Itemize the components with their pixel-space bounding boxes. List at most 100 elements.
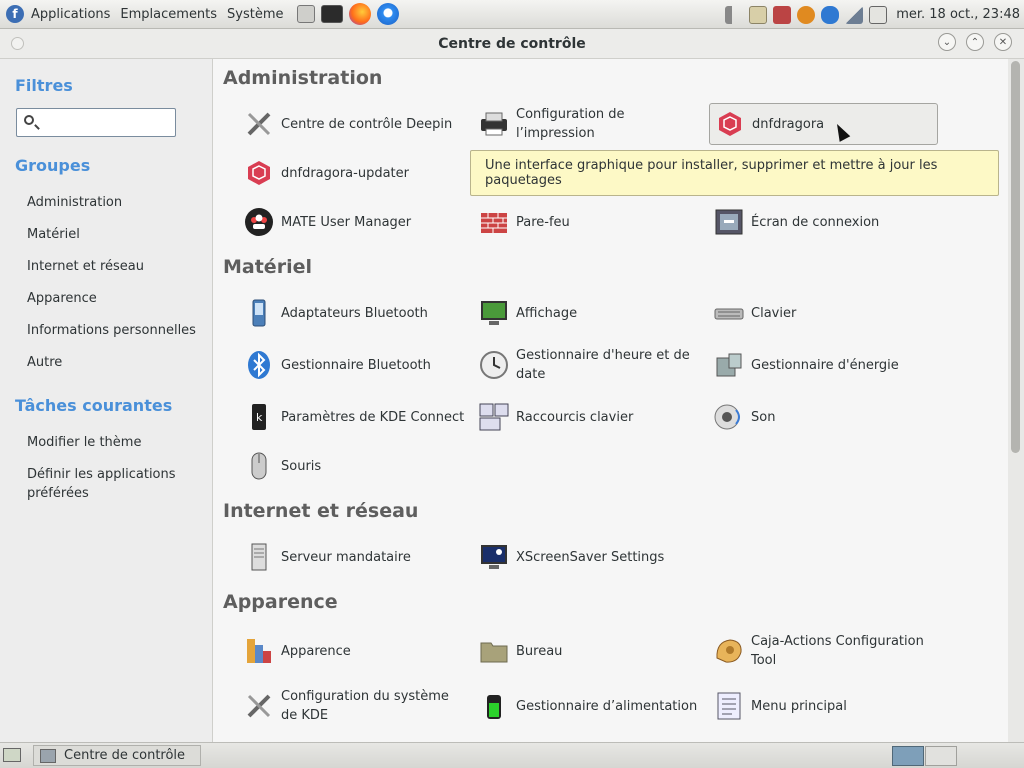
item-date-time[interactable]: Gestionnaire d'heure et de date xyxy=(478,343,706,387)
item-bluetooth-adapters[interactable]: Adaptateurs Bluetooth xyxy=(243,291,471,335)
top-panel: f Applications Emplacements Système mer.… xyxy=(0,0,1024,29)
item-desktop[interactable]: Bureau xyxy=(478,629,706,673)
phone-icon: k xyxy=(243,401,275,433)
bottom-panel: Centre de contrôle xyxy=(0,742,1024,768)
chevron-down-icon: ⌄ xyxy=(942,36,952,48)
group-link-materiel[interactable]: Matériel xyxy=(27,225,207,244)
task-link-theme[interactable]: Modifier le thème xyxy=(27,433,207,452)
terminal-launcher-icon[interactable] xyxy=(320,5,343,23)
display-icon xyxy=(478,297,510,329)
filters-heading: Filtres xyxy=(15,76,73,95)
item-keyboard[interactable]: Clavier xyxy=(713,291,941,335)
item-main-menu[interactable]: Menu principal xyxy=(713,684,941,728)
fedora-logo-icon[interactable]: f xyxy=(6,5,24,23)
tools-icon xyxy=(243,108,275,140)
section-heading-materiel: Matériel xyxy=(223,256,312,278)
search-input[interactable] xyxy=(41,112,173,135)
vertical-scrollbar[interactable] xyxy=(1008,59,1024,742)
server-icon xyxy=(243,541,275,573)
screensaver-icon xyxy=(478,541,510,573)
minimize-button[interactable]: ⌄ xyxy=(938,33,956,51)
package-icon xyxy=(714,108,746,140)
search-icon xyxy=(24,115,34,125)
system-tray: mer. 18 oct., 23:48 xyxy=(722,0,1024,29)
search-box[interactable] xyxy=(16,108,176,137)
color-palette-icon xyxy=(243,635,275,667)
show-desktop-icon[interactable] xyxy=(3,748,21,762)
item-kde-connect[interactable]: k Paramètres de KDE Connect xyxy=(243,395,471,439)
group-link-apparence[interactable]: Apparence xyxy=(27,289,207,308)
section-heading-apparence: Apparence xyxy=(223,591,338,613)
clipboard-icon[interactable] xyxy=(749,5,768,24)
task-link-default-apps[interactable]: Définir les applications préférées xyxy=(27,465,187,503)
svg-text:k: k xyxy=(256,411,263,424)
item-keyboard-shortcuts[interactable]: Raccourcis clavier xyxy=(478,395,706,439)
group-link-administration[interactable]: Administration xyxy=(27,193,207,212)
main-content: Administration Centre de contrôle Deepin… xyxy=(212,59,1008,742)
power-manager-icon xyxy=(713,349,745,381)
item-power-management[interactable]: Gestionnaire d’alimentation xyxy=(478,684,706,728)
item-appearance[interactable]: Apparence xyxy=(243,629,471,673)
item-proxy-server[interactable]: Serveur mandataire xyxy=(243,535,471,579)
update-notifier-icon[interactable] xyxy=(773,5,792,24)
group-link-internet[interactable]: Internet et réseau xyxy=(27,257,207,276)
workspace-2[interactable] xyxy=(925,746,957,766)
item-kde-system-config[interactable]: Configuration du système de KDE xyxy=(243,684,471,728)
workspace-1[interactable] xyxy=(892,746,924,766)
firewall-icon xyxy=(478,206,510,238)
item-login-screen[interactable]: Écran de connexion xyxy=(713,200,941,244)
network-signal-icon[interactable] xyxy=(845,5,864,24)
clock[interactable]: mer. 18 oct., 23:48 xyxy=(896,7,1020,22)
item-mouse[interactable]: Souris xyxy=(243,444,471,488)
window-titlebar[interactable]: Centre de contrôle ⌄ ⌃ ✕ xyxy=(0,29,1024,59)
cookie-icon[interactable] xyxy=(797,5,816,24)
scrollbar-thumb[interactable] xyxy=(1011,61,1020,453)
menu-editor-icon xyxy=(713,690,745,722)
bluetooth-icon[interactable] xyxy=(821,5,840,24)
window-title: Centre de contrôle xyxy=(438,36,586,52)
shell-icon xyxy=(713,635,745,667)
group-link-informations[interactable]: Informations personnelles xyxy=(27,321,207,340)
item-power-manager[interactable]: Gestionnaire d'énergie xyxy=(713,343,941,387)
keyboard-shortcuts-icon xyxy=(478,401,510,433)
item-firewall[interactable]: Pare-feu xyxy=(478,200,706,244)
section-heading-internet: Internet et réseau xyxy=(223,500,419,522)
bluetooth-adapter-icon xyxy=(243,297,275,329)
volume-icon[interactable] xyxy=(725,5,744,24)
item-deepin-control-center[interactable]: Centre de contrôle Deepin xyxy=(243,102,471,146)
tools-icon xyxy=(243,690,275,722)
maximize-button[interactable]: ⌃ xyxy=(966,33,984,51)
tooltip: Une interface graphique pour installer, … xyxy=(470,150,999,196)
window-icon xyxy=(40,748,56,763)
item-sound[interactable]: Son xyxy=(713,395,941,439)
item-dnfdragora-updater[interactable]: dnfdragora-updater xyxy=(243,151,471,195)
item-xscreensaver[interactable]: XScreenSaver Settings xyxy=(478,535,706,579)
speaker-icon xyxy=(713,401,745,433)
item-caja-actions[interactable]: Caja-Actions Configuration Tool xyxy=(713,629,941,673)
thunderbird-launcher-icon[interactable] xyxy=(376,3,399,25)
menu-applications[interactable]: Applications xyxy=(26,7,115,22)
file-manager-launcher-icon[interactable] xyxy=(296,5,315,23)
group-link-autre[interactable]: Autre xyxy=(27,353,207,372)
keyboard-layout-icon[interactable] xyxy=(869,5,888,24)
folder-desktop-icon xyxy=(478,635,510,667)
firefox-launcher-icon[interactable] xyxy=(348,3,371,25)
item-mate-user-manager[interactable]: MATE User Manager xyxy=(243,200,471,244)
taskbar-window-button[interactable]: Centre de contrôle xyxy=(33,745,201,766)
bluetooth-icon xyxy=(243,349,275,381)
package-updater-icon xyxy=(243,157,275,189)
sidebar: Filtres Groupes Administration Matériel … xyxy=(0,59,212,742)
printer-icon xyxy=(478,108,510,140)
tasks-heading: Tâches courantes xyxy=(15,396,173,415)
menu-systeme[interactable]: Système xyxy=(222,7,288,22)
keyboard-icon xyxy=(713,297,745,329)
item-bluetooth-manager[interactable]: Gestionnaire Bluetooth xyxy=(243,343,471,387)
item-print-config[interactable]: Configuration de l’impression xyxy=(478,102,706,146)
item-display[interactable]: Affichage xyxy=(478,291,706,335)
groups-heading: Groupes xyxy=(15,156,91,175)
close-button[interactable]: ✕ xyxy=(994,33,1012,51)
close-icon: ✕ xyxy=(998,36,1008,48)
menu-emplacements[interactable]: Emplacements xyxy=(115,7,222,22)
battery-icon xyxy=(478,690,510,722)
item-dnfdragora[interactable]: dnfdragora xyxy=(709,103,938,145)
